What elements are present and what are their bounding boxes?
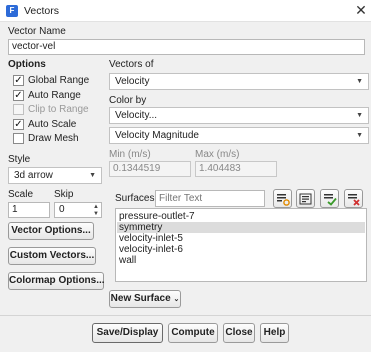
chevron-down-icon: ▼ <box>356 112 363 119</box>
vectors-of-value: Velocity <box>115 76 150 87</box>
scale-label: Scale <box>8 189 34 200</box>
surface-list-item[interactable]: velocity-inlet-6 <box>117 244 365 255</box>
vectors-dialog: F Vectors ✕ Vector Name vector-vel Optio… <box>0 0 371 352</box>
skip-stepper[interactable]: 0 ▲ ▼ <box>54 202 102 218</box>
list-options-icon <box>299 193 312 205</box>
filter-icon <box>277 194 290 206</box>
option-auto-scale[interactable]: ✓ Auto Scale <box>13 118 103 132</box>
decrement-icon[interactable]: ▼ <box>93 211 99 217</box>
help-button[interactable]: Help <box>260 323 289 343</box>
vector-name-input[interactable]: vector-vel <box>8 39 365 55</box>
new-surface-label: New Surface <box>110 293 171 304</box>
surfaces-label: Surfaces <box>115 193 155 204</box>
checkbox[interactable]: ✓ <box>13 89 24 101</box>
checkbox[interactable] <box>13 133 24 144</box>
surfaces-list[interactable]: pressure-outlet-7 symmetry velocity-inlet-… <box>115 208 367 282</box>
option-draw-mesh[interactable]: Draw Mesh <box>13 132 103 146</box>
max-label: Max (m/s) <box>195 149 240 160</box>
select-all-icon <box>324 194 337 206</box>
color-by-sub-value: Velocity Magnitude <box>115 130 199 141</box>
option-label: Auto Range <box>28 89 81 101</box>
footer-divider <box>0 315 371 316</box>
min-label: Min (m/s) <box>109 149 151 160</box>
option-label: Auto Scale <box>28 118 77 130</box>
colormap-options-button[interactable]: Colormap Options... <box>8 272 105 290</box>
chevron-down-icon: ▼ <box>356 78 363 85</box>
increment-icon[interactable]: ▲ <box>93 204 99 210</box>
option-label: Clip to Range <box>28 104 89 115</box>
chevron-down-icon: ▼ <box>356 132 363 139</box>
chevron-down-icon: ▼ <box>89 172 96 179</box>
surfaces-filter-input[interactable] <box>155 190 265 207</box>
option-label: Draw Mesh <box>28 133 79 144</box>
custom-vectors-button[interactable]: Custom Vectors... <box>8 247 96 265</box>
max-value-field: 1.404483 <box>195 161 277 177</box>
options-label: Options <box>8 59 46 70</box>
filter-button[interactable] <box>273 189 292 208</box>
option-label: Global Range <box>28 75 90 86</box>
color-by-sub-dropdown[interactable]: Velocity Magnitude ▼ <box>109 127 369 144</box>
save-display-button[interactable]: Save/Display <box>92 323 163 343</box>
surface-list-item[interactable]: pressure-outlet-7 <box>117 211 365 222</box>
color-by-value: Velocity... <box>115 110 158 121</box>
option-clip-to-range: Clip to Range <box>13 103 103 117</box>
close-icon[interactable]: ✕ <box>354 2 368 18</box>
title-bar: F Vectors ✕ <box>0 0 371 22</box>
vectors-of-label: Vectors of <box>109 59 154 70</box>
style-label: Style <box>8 154 31 165</box>
new-surface-button[interactable]: New Surface ⌄ <box>109 290 181 308</box>
close-button[interactable]: Close <box>223 323 255 343</box>
option-global-range[interactable]: ✓ Global Range <box>13 74 103 88</box>
color-by-dropdown[interactable]: Velocity... ▼ <box>109 107 369 124</box>
skip-label: Skip <box>54 189 74 200</box>
option-auto-range[interactable]: ✓ Auto Range <box>13 89 103 103</box>
style-dropdown[interactable]: 3d arrow ▼ <box>8 167 102 184</box>
surface-list-item[interactable]: wall <box>117 255 365 266</box>
checkbox[interactable]: ✓ <box>13 75 24 86</box>
compute-button[interactable]: Compute <box>168 323 218 343</box>
checkbox <box>13 104 24 115</box>
list-options-button[interactable] <box>296 189 315 208</box>
deselect-all-button[interactable] <box>344 189 363 208</box>
vector-name-label: Vector Name <box>8 26 66 37</box>
app-icon: F <box>6 5 18 17</box>
select-all-button[interactable] <box>320 189 339 208</box>
surface-list-item[interactable]: symmetry <box>117 222 365 233</box>
deselect-all-icon <box>348 194 360 206</box>
checkbox[interactable]: ✓ <box>13 118 24 130</box>
window-title: Vectors <box>24 5 60 17</box>
surface-list-item[interactable]: velocity-inlet-5 <box>117 233 365 244</box>
chevron-down-icon: ⌄ <box>173 296 180 303</box>
vector-options-button[interactable]: Vector Options... <box>8 222 94 240</box>
min-value-field: 0.1344519 <box>109 161 191 177</box>
style-value: 3d arrow <box>14 170 53 181</box>
scale-input[interactable]: 1 <box>8 202 50 218</box>
vectors-of-dropdown[interactable]: Velocity ▼ <box>109 73 369 90</box>
color-by-label: Color by <box>109 95 147 106</box>
skip-value: 0 <box>59 204 65 215</box>
options-group: ✓ Global Range ✓ Auto Range Clip to Range ✓ Au… <box>13 74 103 149</box>
